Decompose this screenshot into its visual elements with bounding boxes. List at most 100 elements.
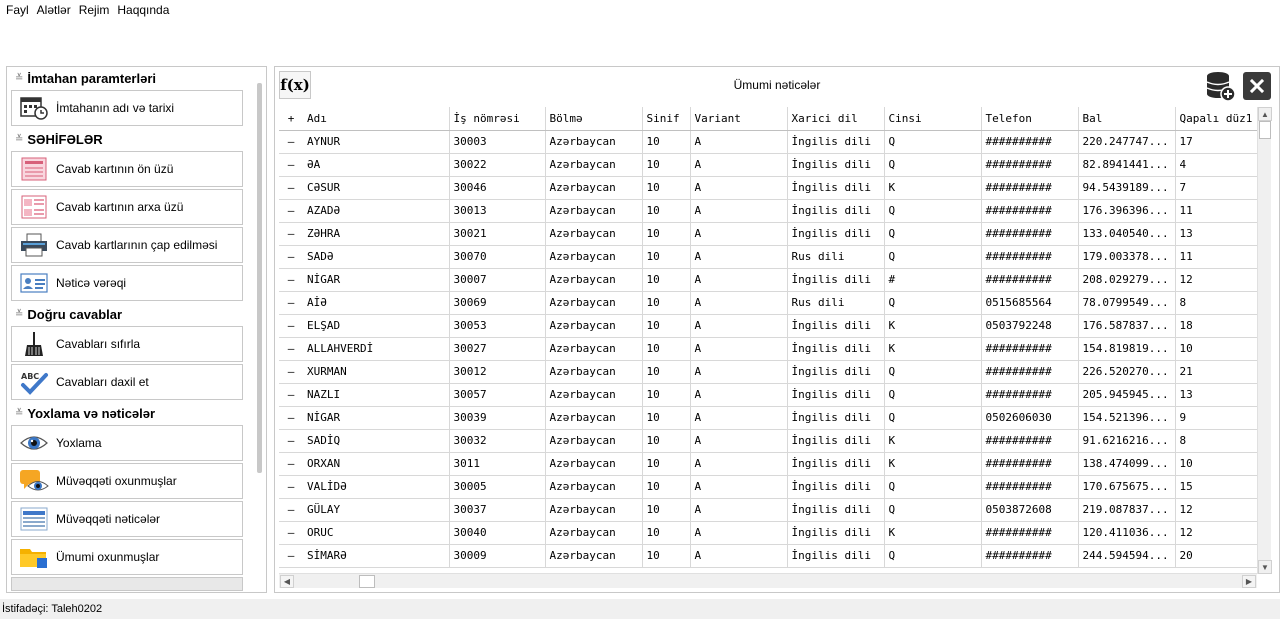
table-cell[interactable]: ##########	[981, 130, 1079, 154]
table-cell[interactable]: #	[884, 268, 982, 292]
table-cell[interactable]: 30069	[449, 291, 546, 315]
nav-button-1-2[interactable]: Cavab kartlarının çap edilməsi	[11, 227, 243, 263]
table-cell[interactable]: 30022	[449, 153, 546, 177]
table-cell[interactable]: VALİDƏ	[303, 475, 450, 499]
table-cell[interactable]: ##########	[981, 360, 1079, 384]
table-cell[interactable]: ##########	[981, 222, 1079, 246]
table-cell[interactable]: Azərbaycan	[545, 268, 643, 292]
table-cell[interactable]: 12	[1175, 268, 1266, 292]
table-cell[interactable]: 10	[642, 130, 691, 154]
vertical-scroll-thumb[interactable]	[1259, 121, 1271, 139]
table-cell[interactable]: A	[690, 406, 788, 430]
table-cell[interactable]: 10	[642, 291, 691, 315]
table-cell[interactable]: İngilis dili	[787, 429, 885, 453]
table-cell[interactable]: A	[690, 544, 788, 568]
table-cell[interactable]: Azərbaycan	[545, 245, 643, 269]
table-cell[interactable]: 13	[1175, 222, 1266, 246]
table-cell[interactable]: Q	[884, 360, 982, 384]
table-cell[interactable]: Q	[884, 406, 982, 430]
table-row[interactable]: – ƏA 30022 Azərbaycan 10 A İngilis dili Q ######…	[279, 153, 1266, 177]
table-cell[interactable]: NAZLI	[303, 383, 450, 407]
table-cell[interactable]: K	[884, 337, 982, 361]
row-collapse-toggle[interactable]: –	[279, 521, 303, 545]
section-header-0[interactable]: ≚ İmtahan paramterləri	[11, 67, 253, 89]
table-cell[interactable]: 82.8941441...	[1078, 153, 1176, 177]
scroll-right-arrow-icon[interactable]: ▶	[1242, 575, 1256, 588]
menu-tools[interactable]: Alətlər	[37, 3, 71, 17]
table-cell[interactable]: K	[884, 314, 982, 338]
table-cell[interactable]: 220.247747...	[1078, 130, 1176, 154]
table-cell[interactable]: SADİQ	[303, 429, 450, 453]
table-row[interactable]: – XURMAN 30012 Azərbaycan 10 A İngilis dili Q ##…	[279, 360, 1266, 384]
table-cell[interactable]: Q	[884, 544, 982, 568]
table-cell[interactable]: 10	[642, 498, 691, 522]
table-cell[interactable]: 30053	[449, 314, 546, 338]
table-cell[interactable]: İngilis dili	[787, 153, 885, 177]
table-cell[interactable]: NİGAR	[303, 268, 450, 292]
table-cell[interactable]: 10	[642, 222, 691, 246]
row-collapse-toggle[interactable]: –	[279, 245, 303, 269]
table-cell[interactable]: ALLAHVERDİ	[303, 337, 450, 361]
table-cell[interactable]: Azərbaycan	[545, 337, 643, 361]
table-row[interactable]: – NİGAR 30039 Azərbaycan 10 A İngilis dili Q 050…	[279, 406, 1266, 430]
table-row[interactable]: – VALİDƏ 30005 Azərbaycan 10 A İngilis dili Q ##…	[279, 475, 1266, 499]
column-header-5[interactable]: Xarici dil	[787, 107, 885, 131]
table-cell[interactable]: A	[690, 314, 788, 338]
table-cell[interactable]: AZADƏ	[303, 199, 450, 223]
table-cell[interactable]: ##########	[981, 199, 1079, 223]
table-cell[interactable]: İngilis dili	[787, 199, 885, 223]
row-collapse-toggle[interactable]: –	[279, 383, 303, 407]
table-cell[interactable]: ##########	[981, 268, 1079, 292]
table-cell[interactable]: 20	[1175, 544, 1266, 568]
table-cell[interactable]: İngilis dili	[787, 314, 885, 338]
table-cell[interactable]: 138.474099...	[1078, 452, 1176, 476]
table-cell[interactable]: 30009	[449, 544, 546, 568]
table-cell[interactable]: Azərbaycan	[545, 291, 643, 315]
table-cell[interactable]: 10	[1175, 337, 1266, 361]
table-cell[interactable]: GÜLAY	[303, 498, 450, 522]
table-cell[interactable]: CƏSUR	[303, 176, 450, 200]
table-cell[interactable]: A	[690, 176, 788, 200]
column-header-2[interactable]: Bölmə	[545, 107, 643, 131]
table-cell[interactable]: 10	[642, 452, 691, 476]
table-cell[interactable]: Azərbaycan	[545, 521, 643, 545]
table-cell[interactable]: 10	[642, 199, 691, 223]
table-cell[interactable]: Azərbaycan	[545, 199, 643, 223]
table-cell[interactable]: Azərbaycan	[545, 314, 643, 338]
vertical-scrollbar[interactable]: ▲ ▼	[1257, 107, 1272, 574]
row-collapse-toggle[interactable]: –	[279, 452, 303, 476]
table-cell[interactable]: A	[690, 291, 788, 315]
table-cell[interactable]: 3011	[449, 452, 546, 476]
table-cell[interactable]: 154.521396...	[1078, 406, 1176, 430]
table-cell[interactable]: Azərbaycan	[545, 406, 643, 430]
table-cell[interactable]: Q	[884, 498, 982, 522]
table-cell[interactable]: Q	[884, 383, 982, 407]
table-cell[interactable]: K	[884, 429, 982, 453]
table-row[interactable]: – GÜLAY 30037 Azərbaycan 10 A İngilis dili Q 050…	[279, 498, 1266, 522]
table-cell[interactable]: Azərbaycan	[545, 544, 643, 568]
table-row[interactable]: – NAZLI 30057 Azərbaycan 10 A İngilis dili Q ###…	[279, 383, 1266, 407]
table-cell[interactable]: 8	[1175, 291, 1266, 315]
table-row[interactable]: – AZADƏ 30013 Azərbaycan 10 A İngilis dili Q ###…	[279, 199, 1266, 223]
table-cell[interactable]: A	[690, 337, 788, 361]
nav-button-1-0[interactable]: Cavab kartının ön üzü	[11, 151, 243, 187]
column-header-6[interactable]: Cinsi	[884, 107, 982, 131]
row-collapse-toggle[interactable]: –	[279, 176, 303, 200]
table-cell[interactable]: A	[690, 360, 788, 384]
table-row[interactable]: – AYNUR 30003 Azərbaycan 10 A İngilis dili Q ###…	[279, 130, 1266, 154]
table-cell[interactable]: A	[690, 452, 788, 476]
table-cell[interactable]: 8	[1175, 429, 1266, 453]
table-cell[interactable]: 30039	[449, 406, 546, 430]
row-collapse-toggle[interactable]: –	[279, 544, 303, 568]
table-cell[interactable]: 226.520270...	[1078, 360, 1176, 384]
table-cell[interactable]: İngilis dili	[787, 176, 885, 200]
table-cell[interactable]: Azərbaycan	[545, 222, 643, 246]
table-cell[interactable]: Azərbaycan	[545, 475, 643, 499]
table-cell[interactable]: K	[884, 452, 982, 476]
row-collapse-toggle[interactable]: –	[279, 130, 303, 154]
table-cell[interactable]: 30057	[449, 383, 546, 407]
table-cell[interactable]: 133.040540...	[1078, 222, 1176, 246]
table-cell[interactable]: NİGAR	[303, 406, 450, 430]
table-cell[interactable]: Azərbaycan	[545, 498, 643, 522]
row-collapse-toggle[interactable]: –	[279, 429, 303, 453]
